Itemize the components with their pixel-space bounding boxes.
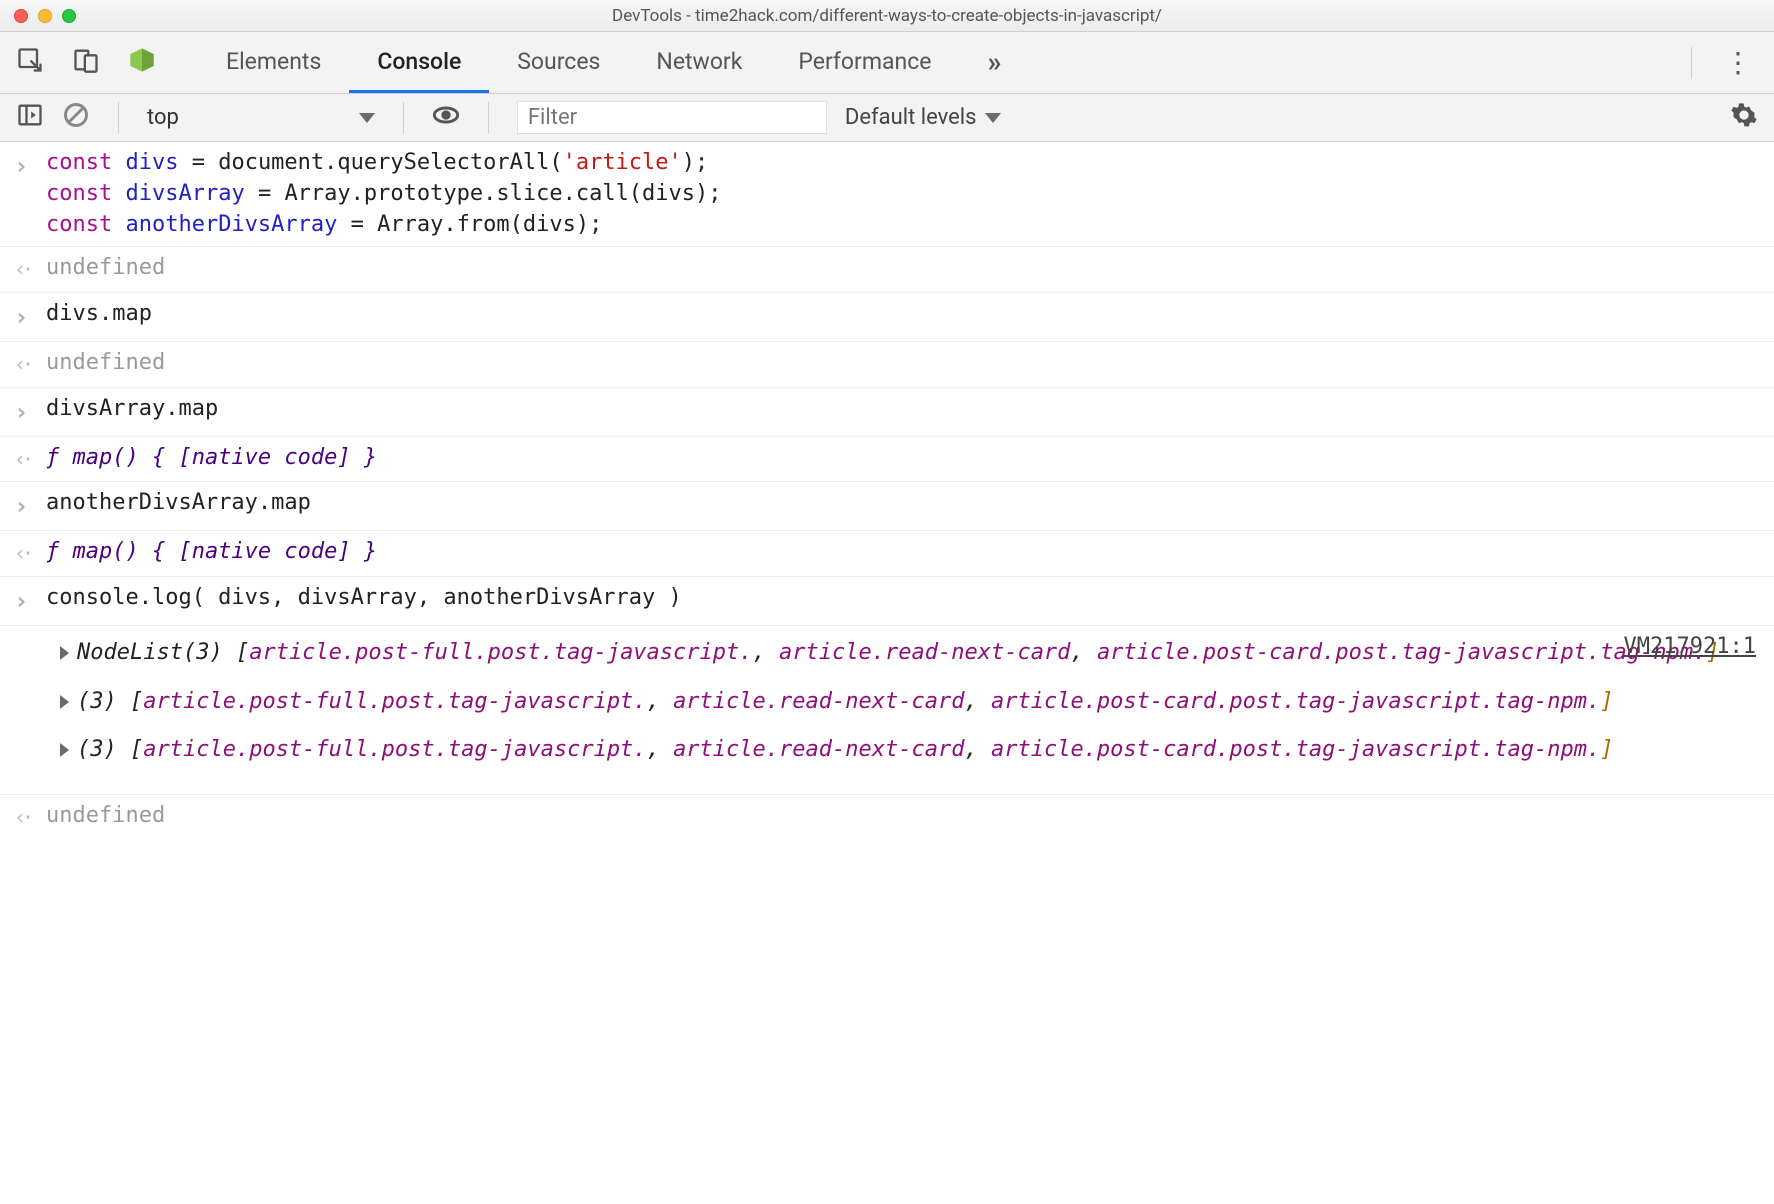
input-chevron-icon	[14, 583, 32, 619]
console-result-row: undefined	[0, 794, 1774, 840]
console-result-row: ƒ map() { [native code] }	[0, 436, 1774, 482]
tab-console[interactable]: Console	[349, 32, 489, 93]
divider	[403, 102, 404, 134]
console-result-row: undefined	[0, 246, 1774, 292]
input-chevron-icon	[14, 488, 32, 524]
console-input-row[interactable]: console.log( divs, divsArray, anotherDiv…	[0, 576, 1774, 625]
inspect-icon[interactable]	[16, 46, 44, 79]
devtools-main-toolbar: Elements Console Sources Network Perform…	[0, 32, 1774, 94]
live-expression-icon[interactable]	[432, 101, 460, 135]
console-input-row[interactable]: divsArray.map	[0, 387, 1774, 436]
console-input-row[interactable]: const divs = document.querySelectorAll('…	[0, 142, 1774, 246]
input-chevron-icon	[14, 299, 32, 335]
tab-network[interactable]: Network	[628, 32, 770, 93]
output-chevron-icon	[14, 537, 32, 570]
log-object[interactable]: (3) [article.post-full.post.tag-javascri…	[60, 735, 1760, 766]
console-result: undefined	[46, 801, 1760, 832]
close-window-button[interactable]	[14, 9, 28, 23]
expand-triangle-icon[interactable]	[60, 695, 69, 709]
input-chevron-icon	[14, 394, 32, 430]
console-code: console.log( divs, divsArray, anotherDiv…	[46, 583, 1760, 614]
maximize-window-button[interactable]	[62, 9, 76, 23]
console-input-row[interactable]: anotherDivsArray.map	[0, 481, 1774, 530]
source-link[interactable]: VM217921:1	[1624, 632, 1756, 663]
output-chevron-icon	[14, 801, 32, 834]
kebab-menu-icon[interactable]: ⋮	[1724, 46, 1754, 79]
gutter	[14, 636, 32, 638]
console-result: ƒ map() { [native code] }	[46, 537, 1760, 568]
settings-gear-icon[interactable]	[1730, 101, 1758, 135]
log-object[interactable]: NodeList(3) [article.post-full.post.tag-…	[60, 638, 1760, 669]
console-result: undefined	[46, 253, 1760, 284]
log-levels-selector[interactable]: Default levels	[845, 105, 1001, 130]
divider	[118, 102, 119, 134]
output-chevron-icon	[14, 348, 32, 381]
console-code: divsArray.map	[46, 394, 1760, 425]
console-result: ƒ map() { [native code] }	[46, 443, 1760, 474]
context-selector[interactable]: top	[147, 105, 375, 130]
console-result-row: ƒ map() { [native code] }	[0, 530, 1774, 576]
log-object[interactable]: (3) [article.post-full.post.tag-javascri…	[60, 687, 1760, 718]
minimize-window-button[interactable]	[38, 9, 52, 23]
nodejs-icon[interactable]	[128, 46, 156, 79]
levels-label: Default levels	[845, 105, 977, 130]
device-toggle-icon[interactable]	[72, 46, 100, 79]
filter-input[interactable]	[517, 101, 827, 134]
tab-sources[interactable]: Sources	[489, 32, 628, 93]
input-chevron-icon	[14, 148, 32, 184]
divider	[488, 102, 489, 134]
expand-triangle-icon[interactable]	[60, 646, 69, 660]
console-log-row: VM217921:1 NodeList(3) [article.post-ful…	[0, 625, 1774, 794]
clear-console-icon[interactable]	[62, 101, 90, 135]
console-toolbar: top Default levels	[0, 94, 1774, 142]
divider	[1691, 47, 1692, 79]
chevron-down-icon	[359, 113, 375, 123]
console-code: const divs = document.querySelectorAll('…	[46, 148, 1760, 240]
panel-tabs: Elements Console Sources Network Perform…	[198, 32, 1029, 93]
tabs-overflow-button[interactable]: »	[959, 32, 1029, 93]
context-label: top	[147, 105, 179, 130]
console-result-row: undefined	[0, 341, 1774, 387]
sidebar-toggle-icon[interactable]	[16, 101, 44, 135]
tab-performance[interactable]: Performance	[770, 32, 959, 93]
window-title: DevTools - time2hack.com/different-ways-…	[0, 6, 1774, 26]
window-titlebar: DevTools - time2hack.com/different-ways-…	[0, 0, 1774, 32]
console-input-row[interactable]: divs.map	[0, 292, 1774, 341]
tab-elements[interactable]: Elements	[198, 32, 349, 93]
output-chevron-icon	[14, 443, 32, 476]
console-result: undefined	[46, 348, 1760, 379]
chevron-down-icon	[985, 113, 1001, 123]
console-output[interactable]: const divs = document.querySelectorAll('…	[0, 142, 1774, 1204]
console-code: divs.map	[46, 299, 1760, 330]
window-controls	[0, 9, 76, 23]
expand-triangle-icon[interactable]	[60, 743, 69, 757]
console-code: anotherDivsArray.map	[46, 488, 1760, 519]
output-chevron-icon	[14, 253, 32, 286]
console-log-content: VM217921:1 NodeList(3) [article.post-ful…	[46, 636, 1760, 784]
